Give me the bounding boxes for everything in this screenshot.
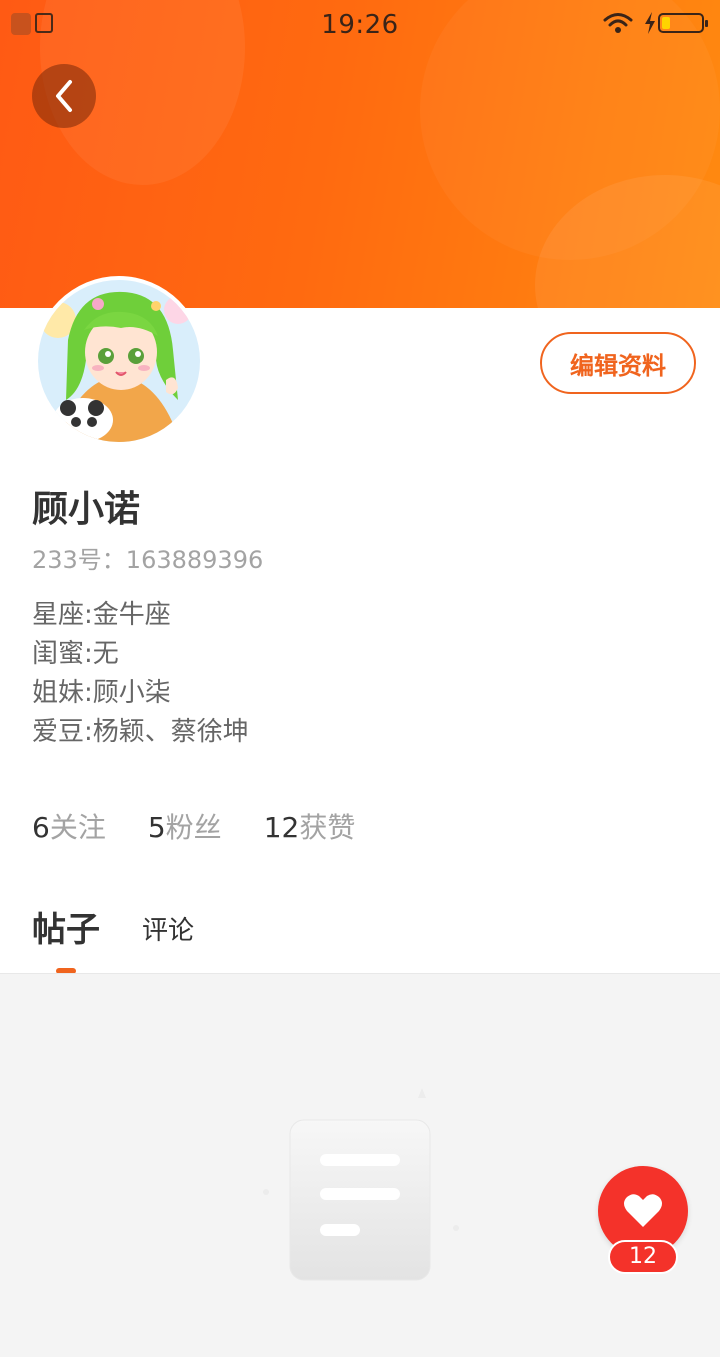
profile-tabs: 帖子 评论 (32, 902, 194, 951)
profile-stats: 6关注 5粉丝 12获赞 (32, 806, 397, 846)
heart-icon (624, 1194, 662, 1227)
bio-line-best-friend: 闺蜜:无 (32, 639, 119, 669)
wifi-icon (603, 13, 633, 33)
likes-count: 12 (263, 811, 300, 844)
likes-stat[interactable]: 12获赞 (264, 806, 356, 846)
following-count: 6 (32, 811, 50, 844)
bio-line-constellation: 星座:金牛座 (32, 600, 171, 630)
followers-count: 5 (147, 811, 166, 844)
battery-icon (658, 13, 708, 33)
tab-posts[interactable]: 帖子 (32, 902, 100, 951)
followers-label: 粉丝 (165, 811, 222, 844)
chevron-left-icon (56, 80, 72, 112)
charging-bolt-icon (645, 12, 655, 34)
following-label: 关注 (49, 811, 106, 844)
status-bar: 19:26 (0, 0, 720, 50)
empty-document-icon (263, 1088, 459, 1281)
avatar[interactable] (34, 276, 204, 446)
back-button[interactable] (32, 64, 96, 128)
following-stat[interactable]: 6关注 (32, 806, 106, 846)
followers-stat[interactable]: 5粉丝 (148, 806, 222, 846)
bio-list: 星座:金牛座 闺蜜:无 姐妹:顾小柒 爱豆:杨颖、蔡徐坤 (32, 596, 249, 752)
user-id: 233号：163889396 (32, 546, 264, 574)
like-count-badge: 12 (608, 1240, 678, 1274)
tab-comments[interactable]: 评论 (142, 910, 194, 951)
likes-label: 获赞 (299, 811, 356, 844)
bio-line-idols: 爱豆:杨颖、蔡徐坤 (32, 717, 249, 747)
username: 顾小诺 (32, 489, 141, 530)
bio-line-sisters: 姐妹:顾小柒 (32, 678, 171, 708)
edit-profile-button[interactable]: 编辑资料 (540, 332, 696, 394)
